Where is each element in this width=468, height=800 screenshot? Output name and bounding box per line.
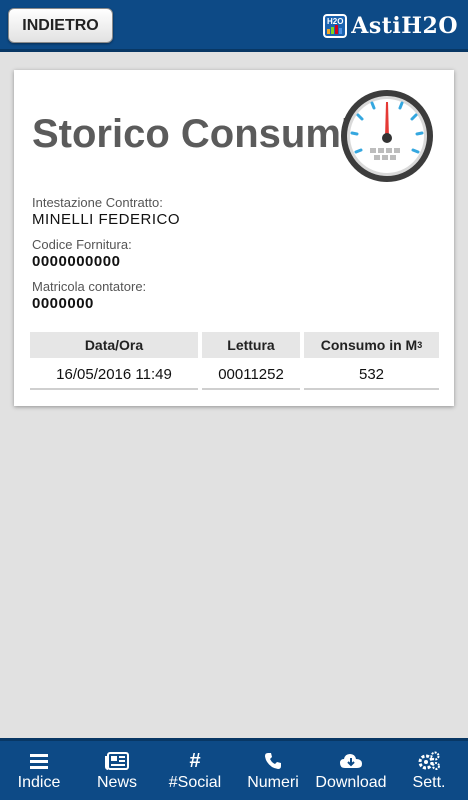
phone-icon xyxy=(264,750,282,772)
nav-item-indice[interactable]: Indice xyxy=(0,741,78,800)
gauge-icon xyxy=(341,90,433,182)
astih2o-logo: H2O AstiH2O xyxy=(323,11,458,41)
hashtag-icon: # xyxy=(189,749,201,772)
cloud-download-icon xyxy=(339,750,363,772)
column-header-consumption: Consumo in M3 xyxy=(304,332,439,358)
logo-text: AstiH2O xyxy=(351,13,458,39)
cell-date: 16/05/2016 11:49 xyxy=(30,360,198,390)
column-header-date: Data/Ora xyxy=(30,332,198,358)
nav-item-numeri[interactable]: Numeri xyxy=(234,741,312,800)
gears-icon xyxy=(417,750,441,772)
consumption-card: Storico Consumi Intestazione Contratto: xyxy=(14,70,454,406)
meter-serial-label: Matricola contatore: xyxy=(32,279,147,294)
meter-serial-value: 0000000 xyxy=(32,295,94,312)
cell-reading: 00011252 xyxy=(202,360,300,390)
contract-holder-label: Intestazione Contratto: xyxy=(32,195,163,210)
newspaper-icon xyxy=(105,750,129,772)
app-header: INDIETRO H2O AstiH2O xyxy=(0,0,468,52)
bottom-nav: Indice News # #Social Numeri Download Se… xyxy=(0,738,468,800)
menu-icon xyxy=(29,750,49,772)
nav-item-download[interactable]: Download xyxy=(312,741,390,800)
cell-consumption: 532 xyxy=(304,360,439,390)
back-button[interactable]: INDIETRO xyxy=(8,8,113,43)
nav-item-social[interactable]: # #Social xyxy=(156,741,234,800)
supply-code-label: Codice Fornitura: xyxy=(32,237,132,252)
page-title: Storico Consumi xyxy=(32,112,353,156)
h2o-badge-icon: H2O xyxy=(323,14,348,38)
table-header: Data/Ora Lettura Consumo in M3 xyxy=(30,332,439,358)
consumption-table: Data/Ora Lettura Consumo in M3 16/05/201… xyxy=(30,332,439,390)
nav-item-news[interactable]: News xyxy=(78,741,156,800)
table-row: 16/05/2016 11:49 00011252 532 xyxy=(30,360,439,390)
nav-item-settings[interactable]: Sett. xyxy=(390,741,468,800)
contract-holder-value: MINELLI FEDERICO xyxy=(32,211,181,228)
column-header-reading: Lettura xyxy=(202,332,300,358)
supply-code-value: 0000000000 xyxy=(32,253,121,270)
